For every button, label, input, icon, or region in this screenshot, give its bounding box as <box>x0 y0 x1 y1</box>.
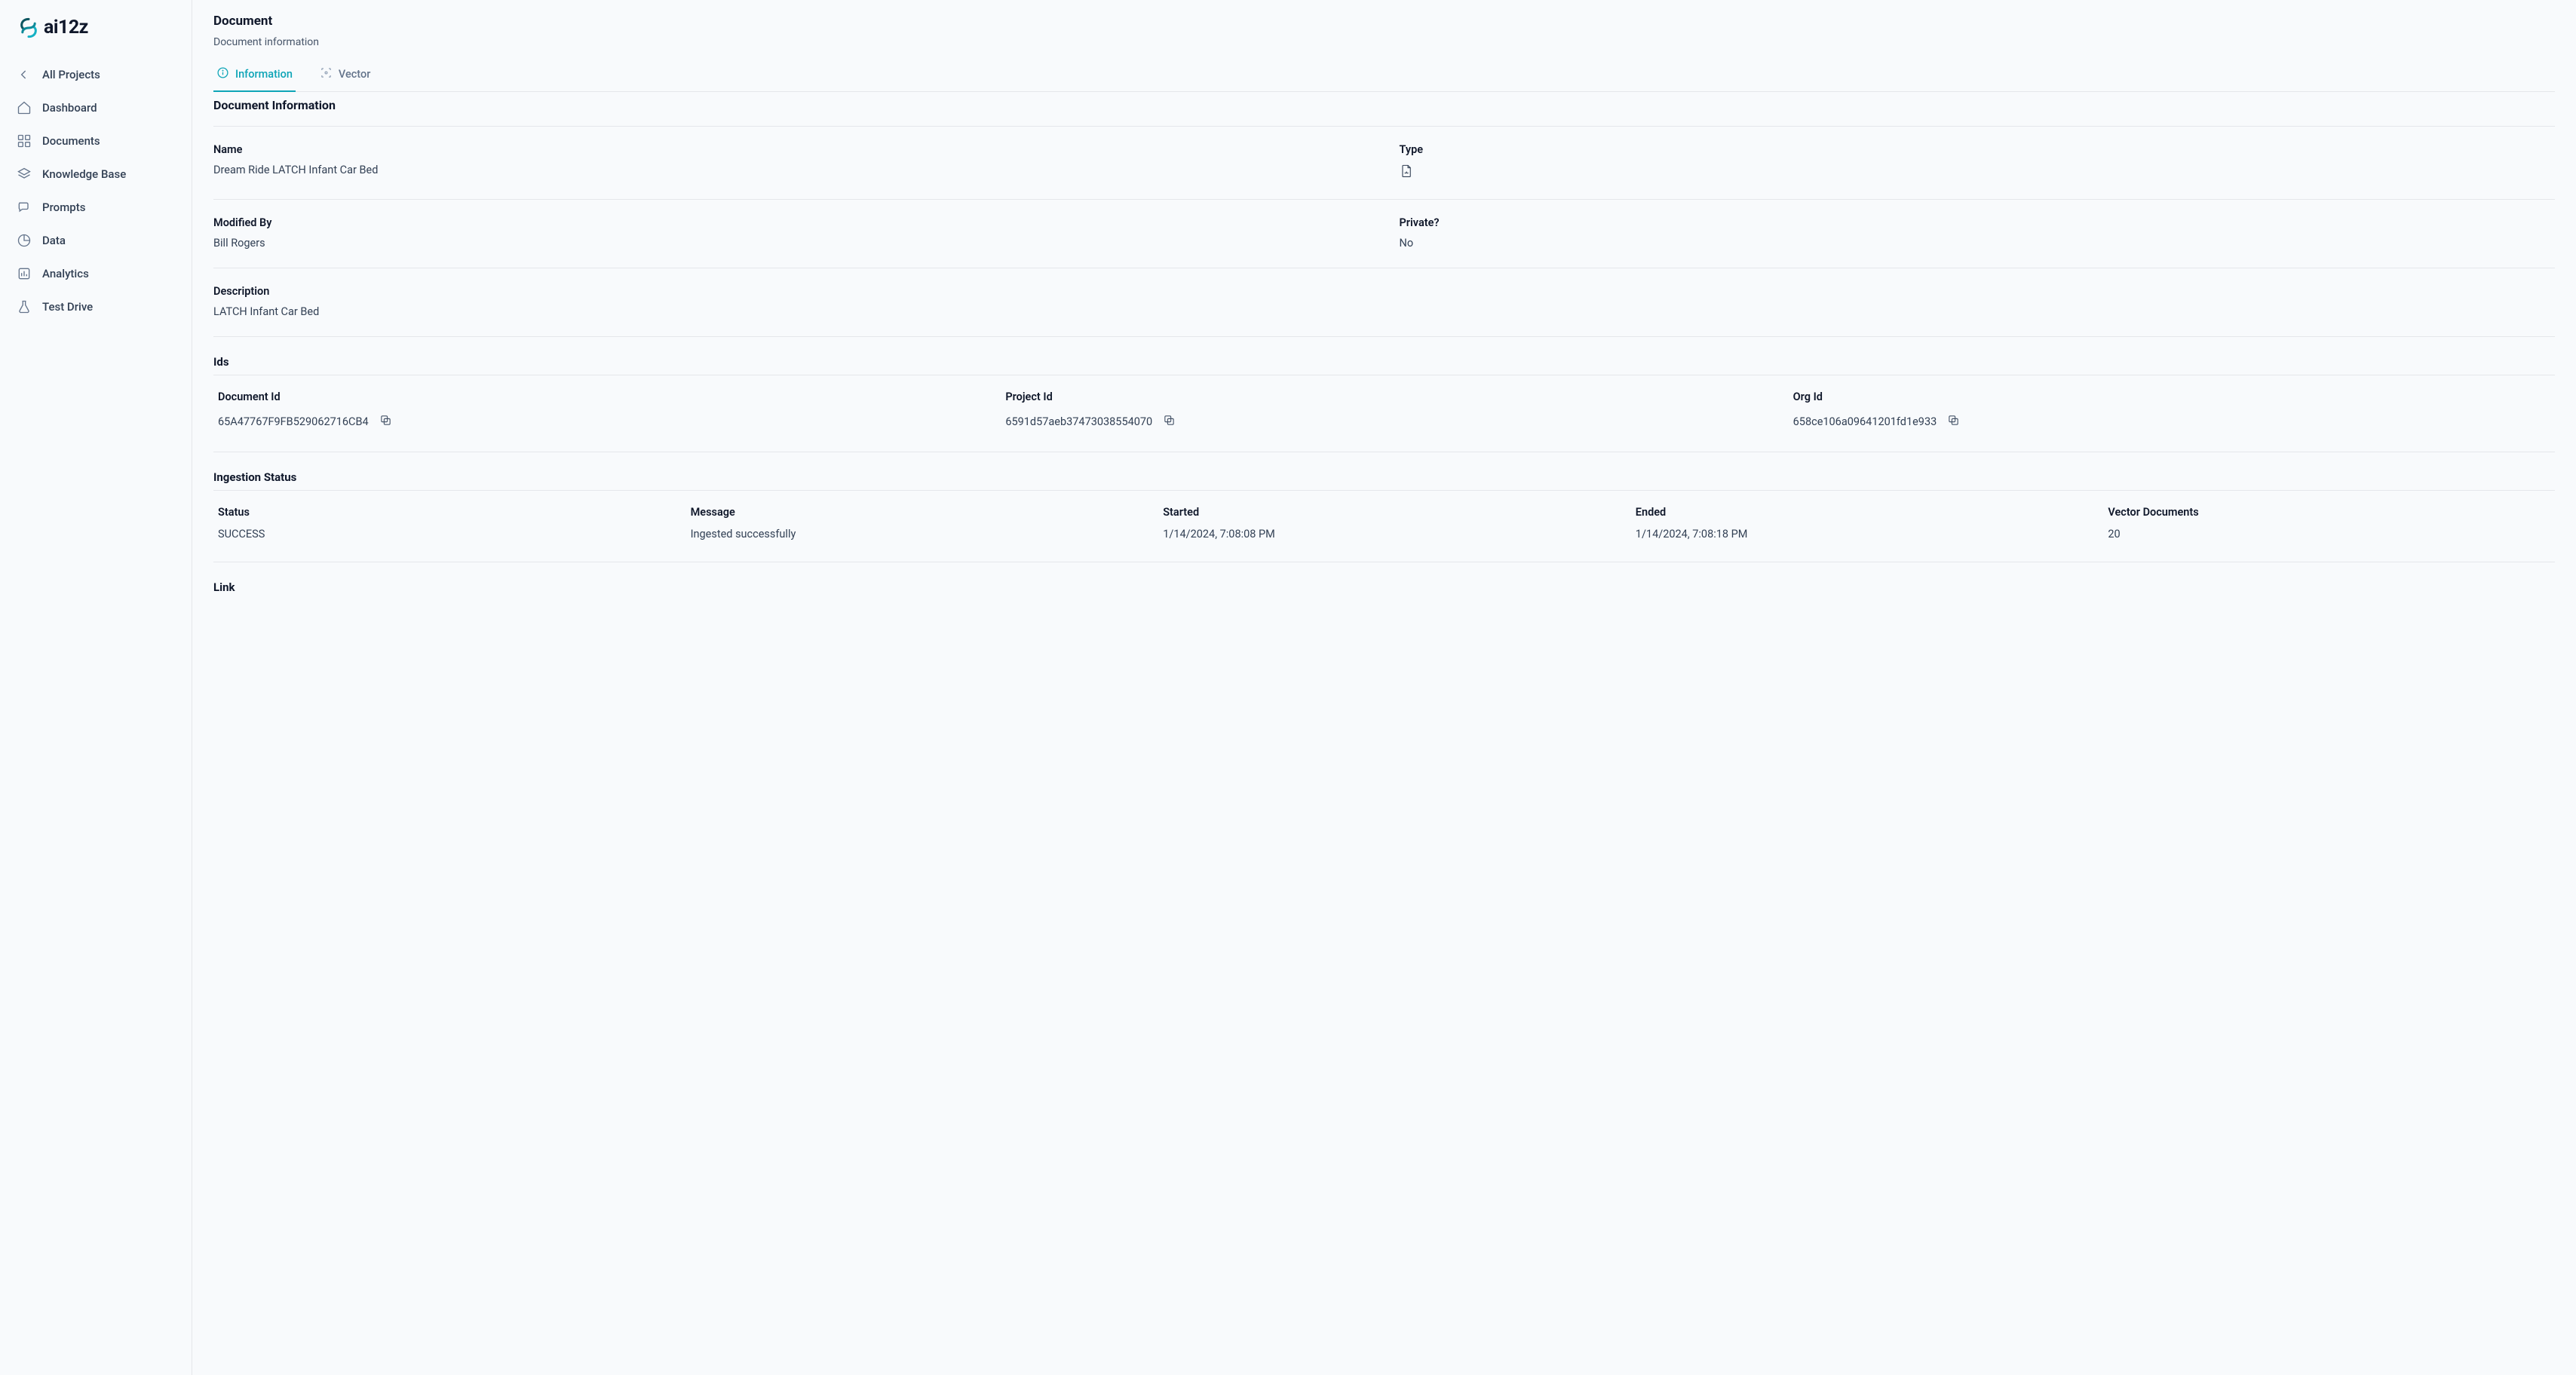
divider <box>213 336 2555 337</box>
brand-logo: ai12z <box>0 14 192 60</box>
brand-mark-icon <box>18 17 39 38</box>
field-document-id: Document Id 65A47767F9FB529062716CB4 <box>218 390 975 430</box>
field-value: Ingested successfully <box>691 528 1133 541</box>
section-title-document-information: Document Information <box>213 98 2555 112</box>
sidebar-item-documents[interactable]: Documents <box>6 126 186 156</box>
home-icon <box>17 100 32 115</box>
chevron-left-icon <box>17 67 32 82</box>
sidebar-item-label: Data <box>42 234 66 247</box>
sidebar-item-label: Analytics <box>42 267 89 280</box>
sidebar-item-label: Documents <box>42 134 100 148</box>
page-title: Document <box>213 14 2555 29</box>
bar-chart-icon <box>17 266 32 281</box>
field-label: Document Id <box>218 390 975 403</box>
sidebar-item-label: All Projects <box>42 68 100 81</box>
sidebar-item-label: Dashboard <box>42 101 97 115</box>
tab-label: Vector <box>339 68 370 81</box>
copy-icon <box>379 414 392 429</box>
field-label: Status <box>218 506 661 519</box>
field-ended: Ended 1/14/2024, 7:08:18 PM <box>1636 506 2078 541</box>
field-label: Org Id <box>1793 390 2550 403</box>
field-label: Type <box>1400 143 2556 156</box>
field-value: LATCH Infant Car Bed <box>213 305 2555 318</box>
pie-chart-icon <box>17 233 32 248</box>
sidebar-item-label: Prompts <box>42 201 85 214</box>
field-status: Status SUCCESS <box>218 506 661 541</box>
copy-document-id-button[interactable] <box>378 412 394 430</box>
field-label: Project Id <box>1005 390 1762 403</box>
flask-icon <box>17 299 32 314</box>
sidebar-item-dashboard[interactable]: Dashboard <box>6 93 186 123</box>
field-project-id: Project Id 6591d57aeb37473038554070 <box>1005 390 1762 430</box>
field-value: 1/14/2024, 7:08:08 PM <box>1163 528 1605 541</box>
sidebar-item-analytics[interactable]: Analytics <box>6 259 186 289</box>
tabs: Information Vector <box>213 60 2555 92</box>
copy-org-id-button[interactable] <box>1946 412 1961 430</box>
field-label: Ended <box>1636 506 2078 519</box>
sidebar-nav: All Projects Dashboard Documents Knowled… <box>0 60 192 322</box>
field-value: 65A47767F9FB529062716CB4 <box>218 415 369 428</box>
tab-information[interactable]: Information <box>213 60 296 91</box>
sidebar-item-all-projects[interactable]: All Projects <box>6 60 186 90</box>
field-value: 1/14/2024, 7:08:18 PM <box>1636 528 2078 541</box>
field-value: 658ce106a09641201fd1e933 <box>1793 415 1937 428</box>
field-label: Started <box>1163 506 1605 519</box>
field-label: Message <box>691 506 1133 519</box>
layers-icon <box>17 167 32 182</box>
sidebar-item-test-drive[interactable]: Test Drive <box>6 292 186 322</box>
main-content: Document Document information Informatio… <box>192 0 2576 1375</box>
sidebar: ai12z All Projects Dashboard Documents <box>0 0 192 1375</box>
section-title-ids: Ids <box>213 355 2555 369</box>
field-message: Message Ingested successfully <box>691 506 1133 541</box>
field-value: Dream Ride LATCH Infant Car Bed <box>213 164 1369 176</box>
field-org-id: Org Id 658ce106a09641201fd1e933 <box>1793 390 2550 430</box>
field-value: No <box>1400 237 2556 250</box>
chat-icon <box>17 200 32 215</box>
field-started: Started 1/14/2024, 7:08:08 PM <box>1163 506 1605 541</box>
field-name: Name Dream Ride LATCH Infant Car Bed <box>213 127 1369 199</box>
info-icon <box>216 66 229 82</box>
tab-vector[interactable]: Vector <box>317 60 373 91</box>
grid-icon <box>17 133 32 149</box>
sidebar-item-prompts[interactable]: Prompts <box>6 192 186 222</box>
field-label: Modified By <box>213 216 1369 229</box>
tab-label: Information <box>235 68 293 81</box>
copy-project-id-button[interactable] <box>1161 412 1177 430</box>
section-title-ingestion: Ingestion Status <box>213 470 2555 484</box>
copy-icon <box>1163 414 1176 429</box>
field-value: 20 <box>2108 528 2550 541</box>
brand-name: ai12z <box>44 17 88 38</box>
field-description: Description LATCH Infant Car Bed <box>213 268 2555 336</box>
section-title-link: Link <box>213 580 2555 594</box>
field-type: Type <box>1400 127 2556 199</box>
field-label: Private? <box>1400 216 2556 229</box>
field-label: Description <box>213 285 2555 298</box>
field-label: Name <box>213 143 1369 156</box>
field-vector-documents: Vector Documents 20 <box>2108 506 2550 541</box>
pdf-file-icon <box>1400 164 2556 181</box>
page-subtitle: Document information <box>213 36 2555 48</box>
field-value: 6591d57aeb37473038554070 <box>1005 415 1152 428</box>
field-value: SUCCESS <box>218 528 661 541</box>
sidebar-item-data[interactable]: Data <box>6 225 186 256</box>
sidebar-item-knowledge-base[interactable]: Knowledge Base <box>6 159 186 189</box>
scan-icon <box>320 66 333 82</box>
field-modified-by: Modified By Bill Rogers <box>213 200 1369 268</box>
field-private: Private? No <box>1400 200 2556 268</box>
copy-icon <box>1947 414 1960 429</box>
field-label: Vector Documents <box>2108 506 2550 519</box>
field-value: Bill Rogers <box>213 237 1369 250</box>
sidebar-item-label: Knowledge Base <box>42 167 126 181</box>
sidebar-item-label: Test Drive <box>42 300 93 314</box>
